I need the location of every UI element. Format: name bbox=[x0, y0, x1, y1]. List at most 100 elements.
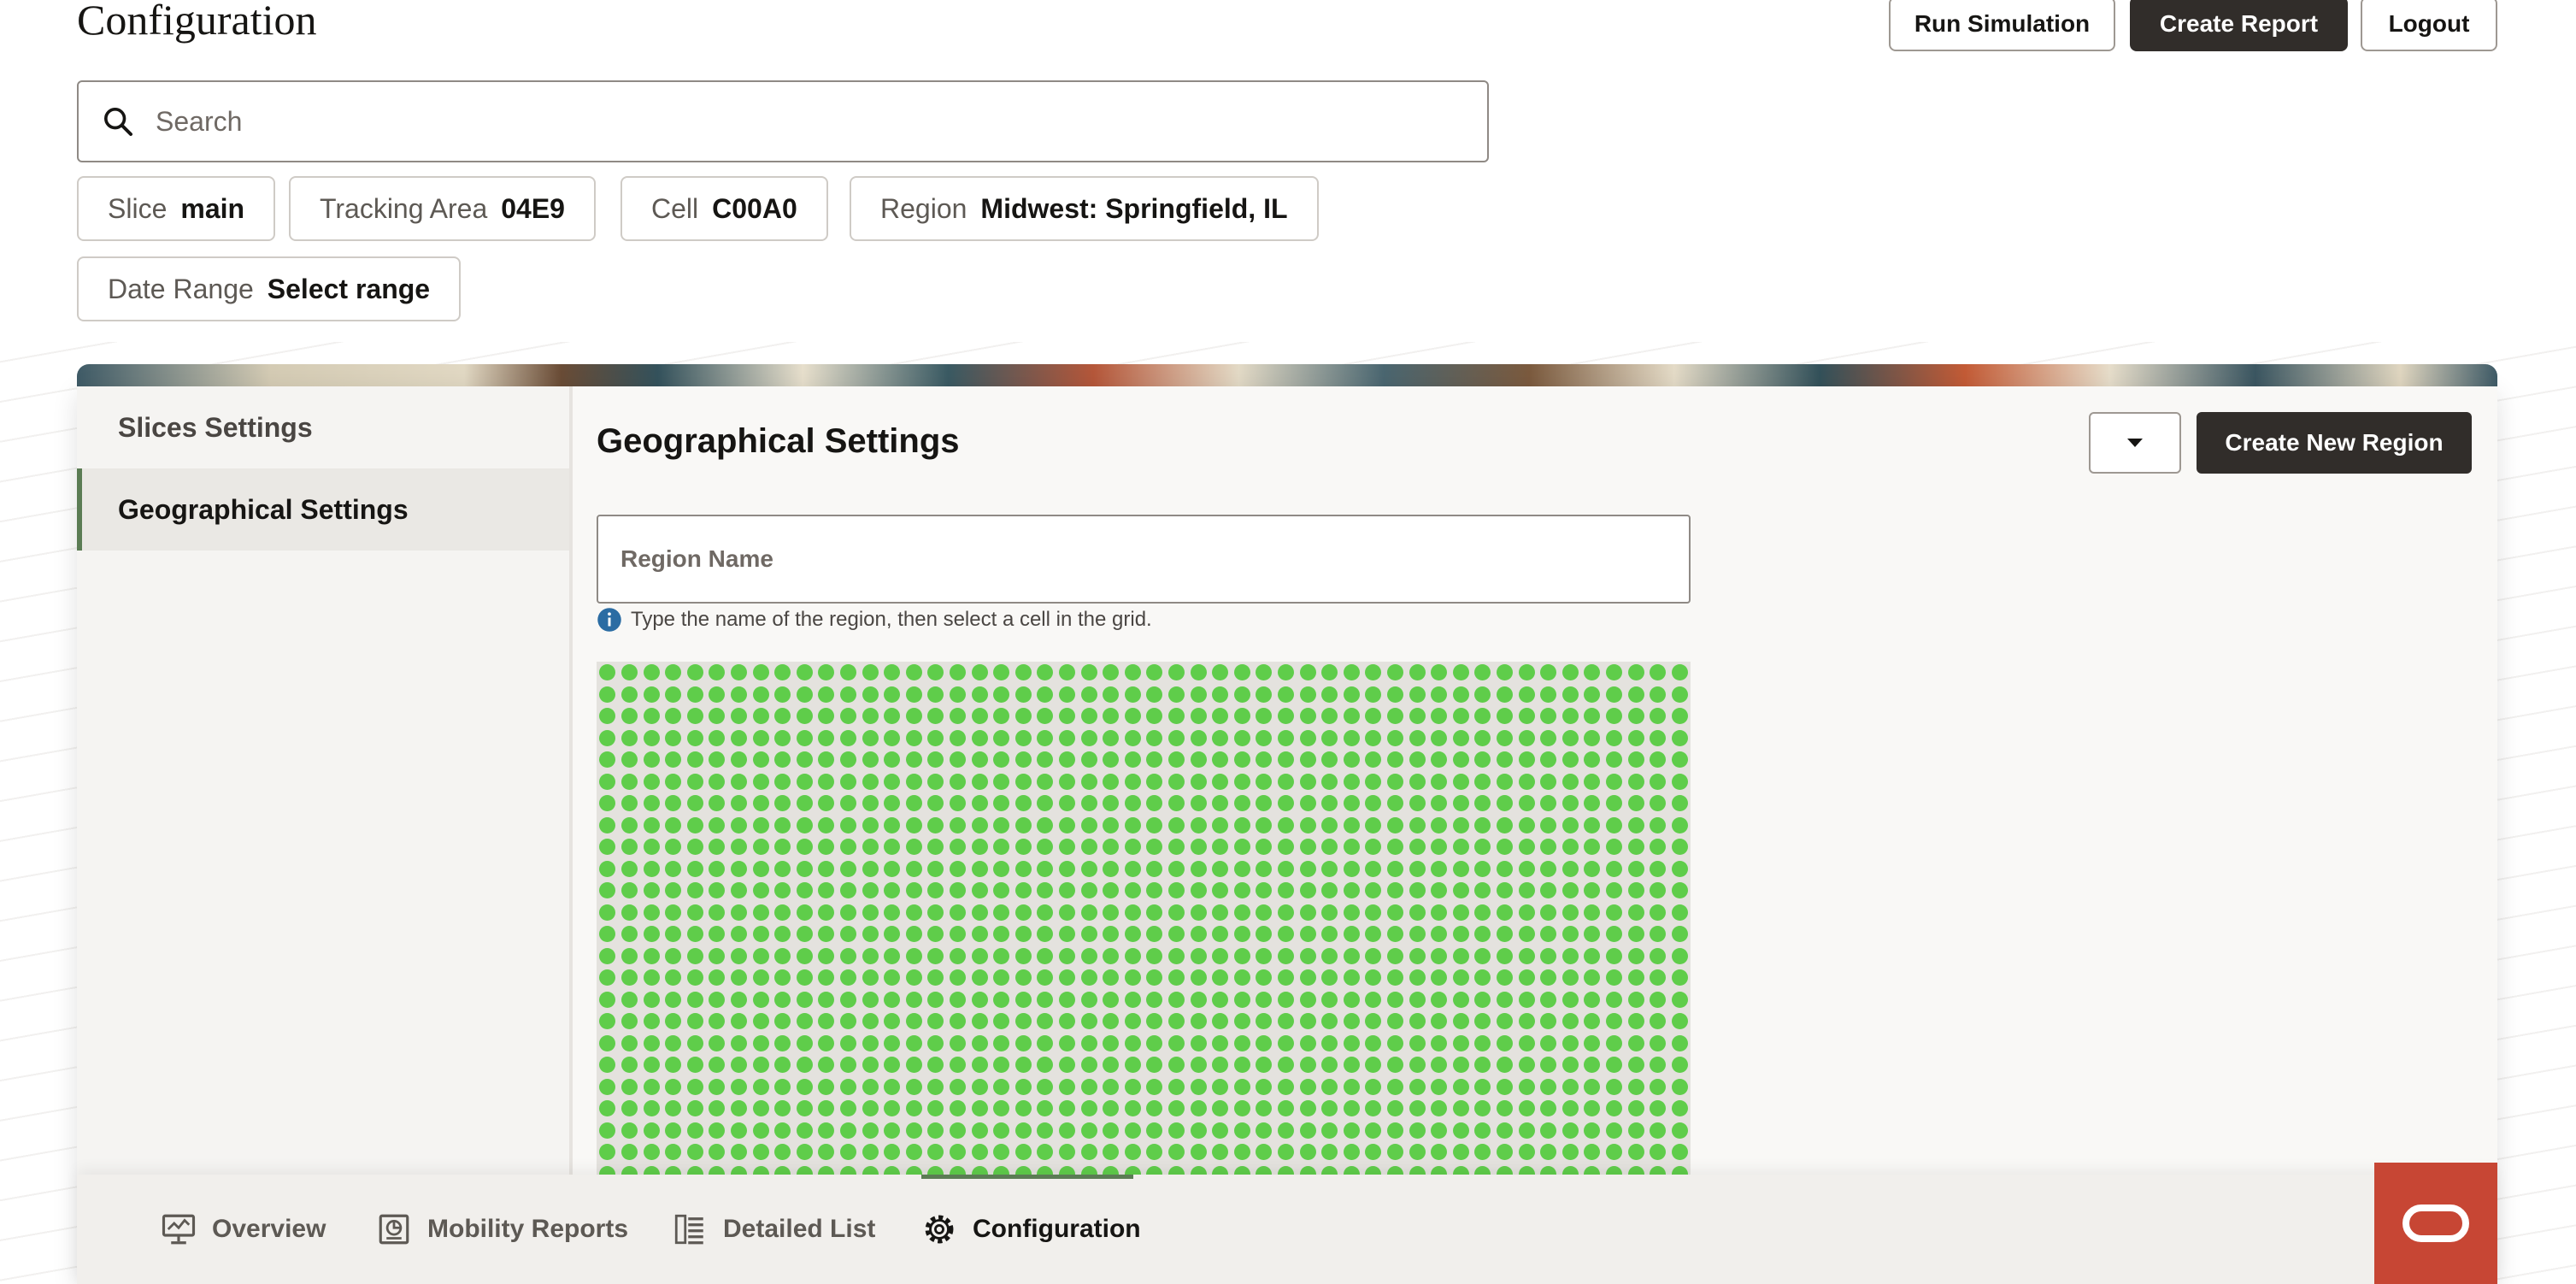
grid-cell[interactable] bbox=[862, 1100, 879, 1117]
grid-cell[interactable] bbox=[1146, 1165, 1163, 1175]
grid-cell[interactable] bbox=[1103, 1122, 1120, 1139]
grid-cell[interactable] bbox=[1146, 947, 1163, 964]
grid-cell[interactable] bbox=[1365, 686, 1382, 703]
grid-cell[interactable] bbox=[971, 882, 988, 899]
grid-cell[interactable] bbox=[643, 729, 660, 746]
grid-cell[interactable] bbox=[1299, 926, 1316, 943]
grid-cell[interactable] bbox=[1256, 729, 1273, 746]
grid-cell[interactable] bbox=[1409, 773, 1426, 790]
grid-cell[interactable] bbox=[620, 795, 638, 812]
grid-cell[interactable] bbox=[1518, 708, 1535, 725]
grid-cell[interactable] bbox=[1167, 904, 1185, 921]
grid-cell[interactable] bbox=[1146, 860, 1163, 877]
grid-cell[interactable] bbox=[993, 816, 1010, 833]
grid-cell[interactable] bbox=[709, 686, 726, 703]
grid-cell[interactable] bbox=[905, 904, 922, 921]
grid-cell[interactable] bbox=[1561, 860, 1579, 877]
grid-cell[interactable] bbox=[1365, 729, 1382, 746]
grid-cell[interactable] bbox=[686, 686, 703, 703]
grid-cell[interactable] bbox=[1474, 882, 1491, 899]
grid-cell[interactable] bbox=[1386, 1013, 1403, 1030]
grid-cell[interactable] bbox=[1343, 795, 1360, 812]
grid-cell[interactable] bbox=[1496, 926, 1513, 943]
grid-cell[interactable] bbox=[599, 1013, 616, 1030]
grid-cell[interactable] bbox=[818, 839, 835, 856]
grid-cell[interactable] bbox=[818, 926, 835, 943]
grid-cell[interactable] bbox=[1365, 947, 1382, 964]
grid-cell[interactable] bbox=[884, 664, 901, 681]
grid-cell[interactable] bbox=[1386, 795, 1403, 812]
search-input[interactable] bbox=[154, 104, 1487, 138]
grid-cell[interactable] bbox=[1277, 991, 1294, 1008]
grid-cell[interactable] bbox=[1452, 751, 1469, 769]
grid-cell[interactable] bbox=[752, 729, 769, 746]
grid-cell[interactable] bbox=[1409, 860, 1426, 877]
grid-cell[interactable] bbox=[1474, 1144, 1491, 1161]
grid-cell[interactable] bbox=[1212, 926, 1229, 943]
grid-cell[interactable] bbox=[862, 969, 879, 987]
grid-cell[interactable] bbox=[1103, 1034, 1120, 1051]
grid-cell[interactable] bbox=[862, 926, 879, 943]
grid-cell[interactable] bbox=[905, 1034, 922, 1051]
grid-cell[interactable] bbox=[862, 839, 879, 856]
grid-cell[interactable] bbox=[1103, 991, 1120, 1008]
grid-cell[interactable] bbox=[1212, 1013, 1229, 1030]
grid-cell[interactable] bbox=[1431, 860, 1448, 877]
grid-cell[interactable] bbox=[1584, 1122, 1601, 1139]
grid-cell[interactable] bbox=[1256, 664, 1273, 681]
grid-cell[interactable] bbox=[818, 795, 835, 812]
grid-cell[interactable] bbox=[1146, 1078, 1163, 1095]
grid-cell[interactable] bbox=[1540, 1034, 1557, 1051]
grid-cell[interactable] bbox=[665, 1100, 682, 1117]
grid-cell[interactable] bbox=[1103, 816, 1120, 833]
grid-cell[interactable] bbox=[927, 1122, 944, 1139]
grid-cell[interactable] bbox=[1190, 1165, 1207, 1175]
grid-cell[interactable] bbox=[730, 1122, 747, 1139]
grid-cell[interactable] bbox=[1650, 686, 1667, 703]
grid-cell[interactable] bbox=[1321, 708, 1338, 725]
grid-cell[interactable] bbox=[1627, 860, 1644, 877]
grid-cell[interactable] bbox=[1124, 1144, 1141, 1161]
grid-cell[interactable] bbox=[752, 686, 769, 703]
grid-cell[interactable] bbox=[709, 1165, 726, 1175]
grid-cell[interactable] bbox=[1167, 860, 1185, 877]
grid-cell[interactable] bbox=[971, 1165, 988, 1175]
grid-cell[interactable] bbox=[1015, 860, 1032, 877]
grid-cell[interactable] bbox=[839, 729, 856, 746]
grid-cell[interactable] bbox=[884, 816, 901, 833]
grid-cell[interactable] bbox=[620, 664, 638, 681]
grid-cell[interactable] bbox=[1256, 1144, 1273, 1161]
grid-cell[interactable] bbox=[839, 926, 856, 943]
grid-cell[interactable] bbox=[1627, 947, 1644, 964]
grid-cell[interactable] bbox=[1540, 882, 1557, 899]
grid-cell[interactable] bbox=[643, 969, 660, 987]
grid-cell[interactable] bbox=[927, 1034, 944, 1051]
grid-cell[interactable] bbox=[1277, 729, 1294, 746]
grid-cell[interactable] bbox=[1431, 926, 1448, 943]
grid-cell[interactable] bbox=[1452, 708, 1469, 725]
grid-cell[interactable] bbox=[949, 969, 966, 987]
grid-cell[interactable] bbox=[993, 969, 1010, 987]
grid-cell[interactable] bbox=[1146, 708, 1163, 725]
grid-cell[interactable] bbox=[1518, 816, 1535, 833]
grid-cell[interactable] bbox=[1146, 969, 1163, 987]
grid-cell[interactable] bbox=[1124, 729, 1141, 746]
grid-cell[interactable] bbox=[709, 1078, 726, 1095]
grid-cell[interactable] bbox=[862, 991, 879, 1008]
grid-cell[interactable] bbox=[1343, 751, 1360, 769]
grid-cell[interactable] bbox=[993, 1057, 1010, 1074]
grid-cell[interactable] bbox=[1540, 664, 1557, 681]
grid-cell[interactable] bbox=[709, 991, 726, 1008]
grid-cell[interactable] bbox=[1627, 1144, 1644, 1161]
grid-cell[interactable] bbox=[839, 1078, 856, 1095]
grid-cell[interactable] bbox=[1321, 1013, 1338, 1030]
grid-cell[interactable] bbox=[862, 816, 879, 833]
grid-cell[interactable] bbox=[1256, 1100, 1273, 1117]
grid-cell[interactable] bbox=[796, 751, 813, 769]
grid-cell[interactable] bbox=[971, 664, 988, 681]
grid-cell[interactable] bbox=[1386, 729, 1403, 746]
grid-cell[interactable] bbox=[620, 708, 638, 725]
grid-cell[interactable] bbox=[774, 1100, 791, 1117]
grid-cell[interactable] bbox=[1233, 708, 1250, 725]
grid-cell[interactable] bbox=[1605, 1013, 1622, 1030]
